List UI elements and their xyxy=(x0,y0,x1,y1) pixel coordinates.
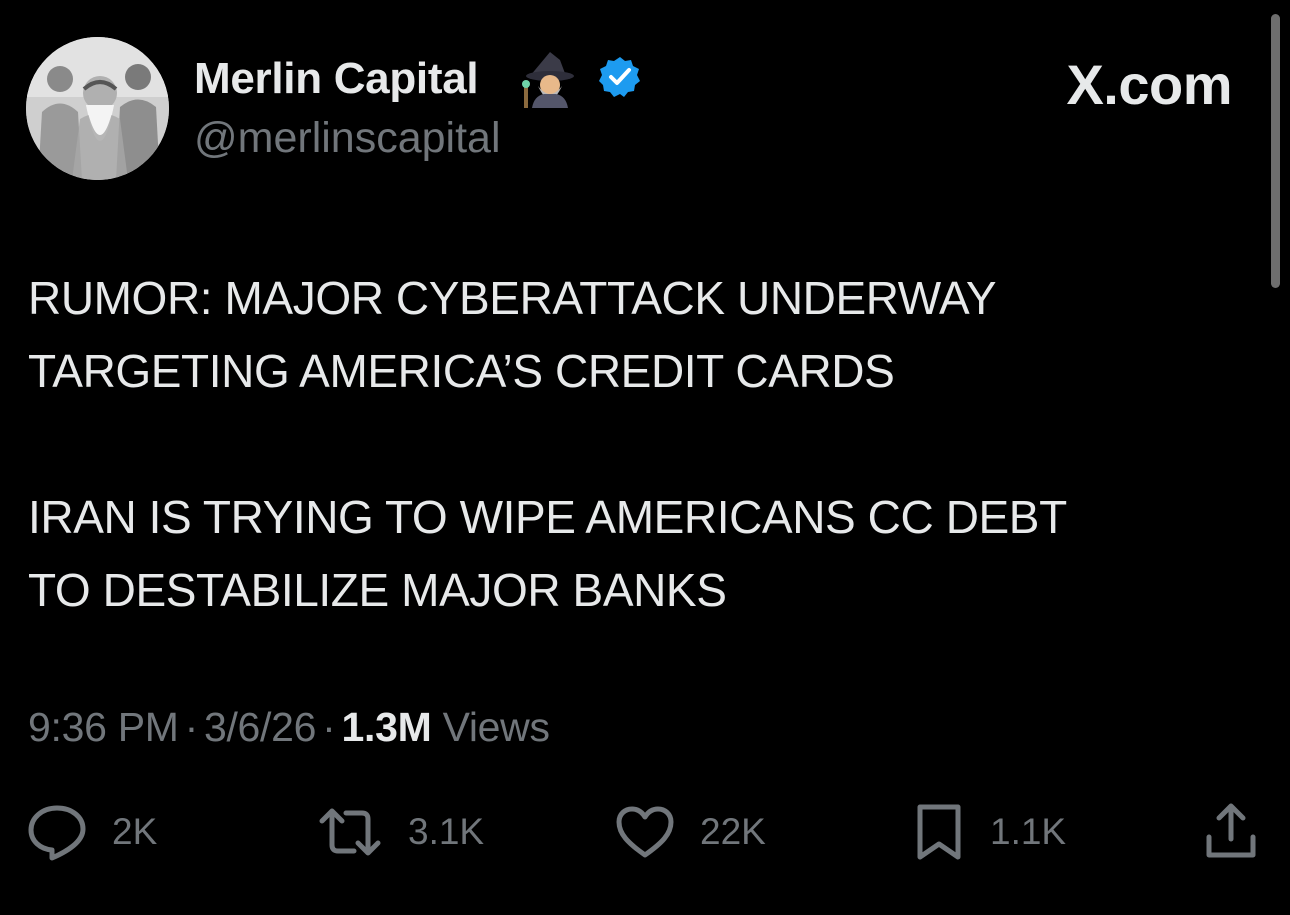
reply-count: 2K xyxy=(112,811,158,852)
tweet-text: RUMOR: MAJOR CYBERATTACK UNDERWAY TARGET… xyxy=(28,262,1238,627)
bookmark-button[interactable]: 1.1K xyxy=(912,800,1066,864)
share-icon xyxy=(1200,801,1262,863)
tweet-date[interactable]: 3/6/26 xyxy=(204,704,317,750)
tweet-line: RUMOR: MAJOR CYBERATTACK UNDERWAY xyxy=(28,272,997,324)
like-button[interactable]: 22K xyxy=(614,800,766,864)
brand-watermark: X.com xyxy=(1066,53,1232,116)
views-label: Views xyxy=(442,704,550,750)
separator: · xyxy=(184,704,199,750)
reply-button[interactable]: 2K xyxy=(26,800,157,864)
heart-icon xyxy=(614,801,676,863)
avatar[interactable] xyxy=(26,37,169,180)
share-button[interactable] xyxy=(1200,800,1262,864)
tweet-line: IRAN IS TRYING TO WIPE AMERICANS CC DEBT xyxy=(28,491,1067,543)
bookmark-icon xyxy=(912,801,966,863)
repost-count: 3.1K xyxy=(408,811,485,852)
handle[interactable]: @merlinscapital xyxy=(194,114,501,163)
scrollbar[interactable] xyxy=(1271,14,1280,288)
tweet-line: TO DESTABILIZE MAJOR BANKS xyxy=(28,564,727,616)
bookmark-count: 1.1K xyxy=(990,811,1067,852)
tweet-line: TARGETING AMERICA’S CREDIT CARDS xyxy=(28,345,895,397)
verified-badge-icon[interactable] xyxy=(598,55,642,99)
separator: · xyxy=(322,704,336,750)
display-name[interactable]: Merlin Capital xyxy=(194,54,479,104)
views-count: 1.3M xyxy=(341,704,432,750)
repost-button[interactable]: 3.1K xyxy=(316,800,484,864)
like-count: 22K xyxy=(700,811,766,852)
tweet-time[interactable]: 9:36 PM xyxy=(28,704,179,750)
mage-emoji-icon xyxy=(522,50,578,108)
reply-icon xyxy=(26,801,88,863)
action-bar: 2K 3.1K 22K 1.1K xyxy=(0,800,1290,870)
tweet-meta: 9:36 PM · 3/6/26 · 1.3M Views xyxy=(28,704,550,751)
repost-icon xyxy=(316,801,384,863)
